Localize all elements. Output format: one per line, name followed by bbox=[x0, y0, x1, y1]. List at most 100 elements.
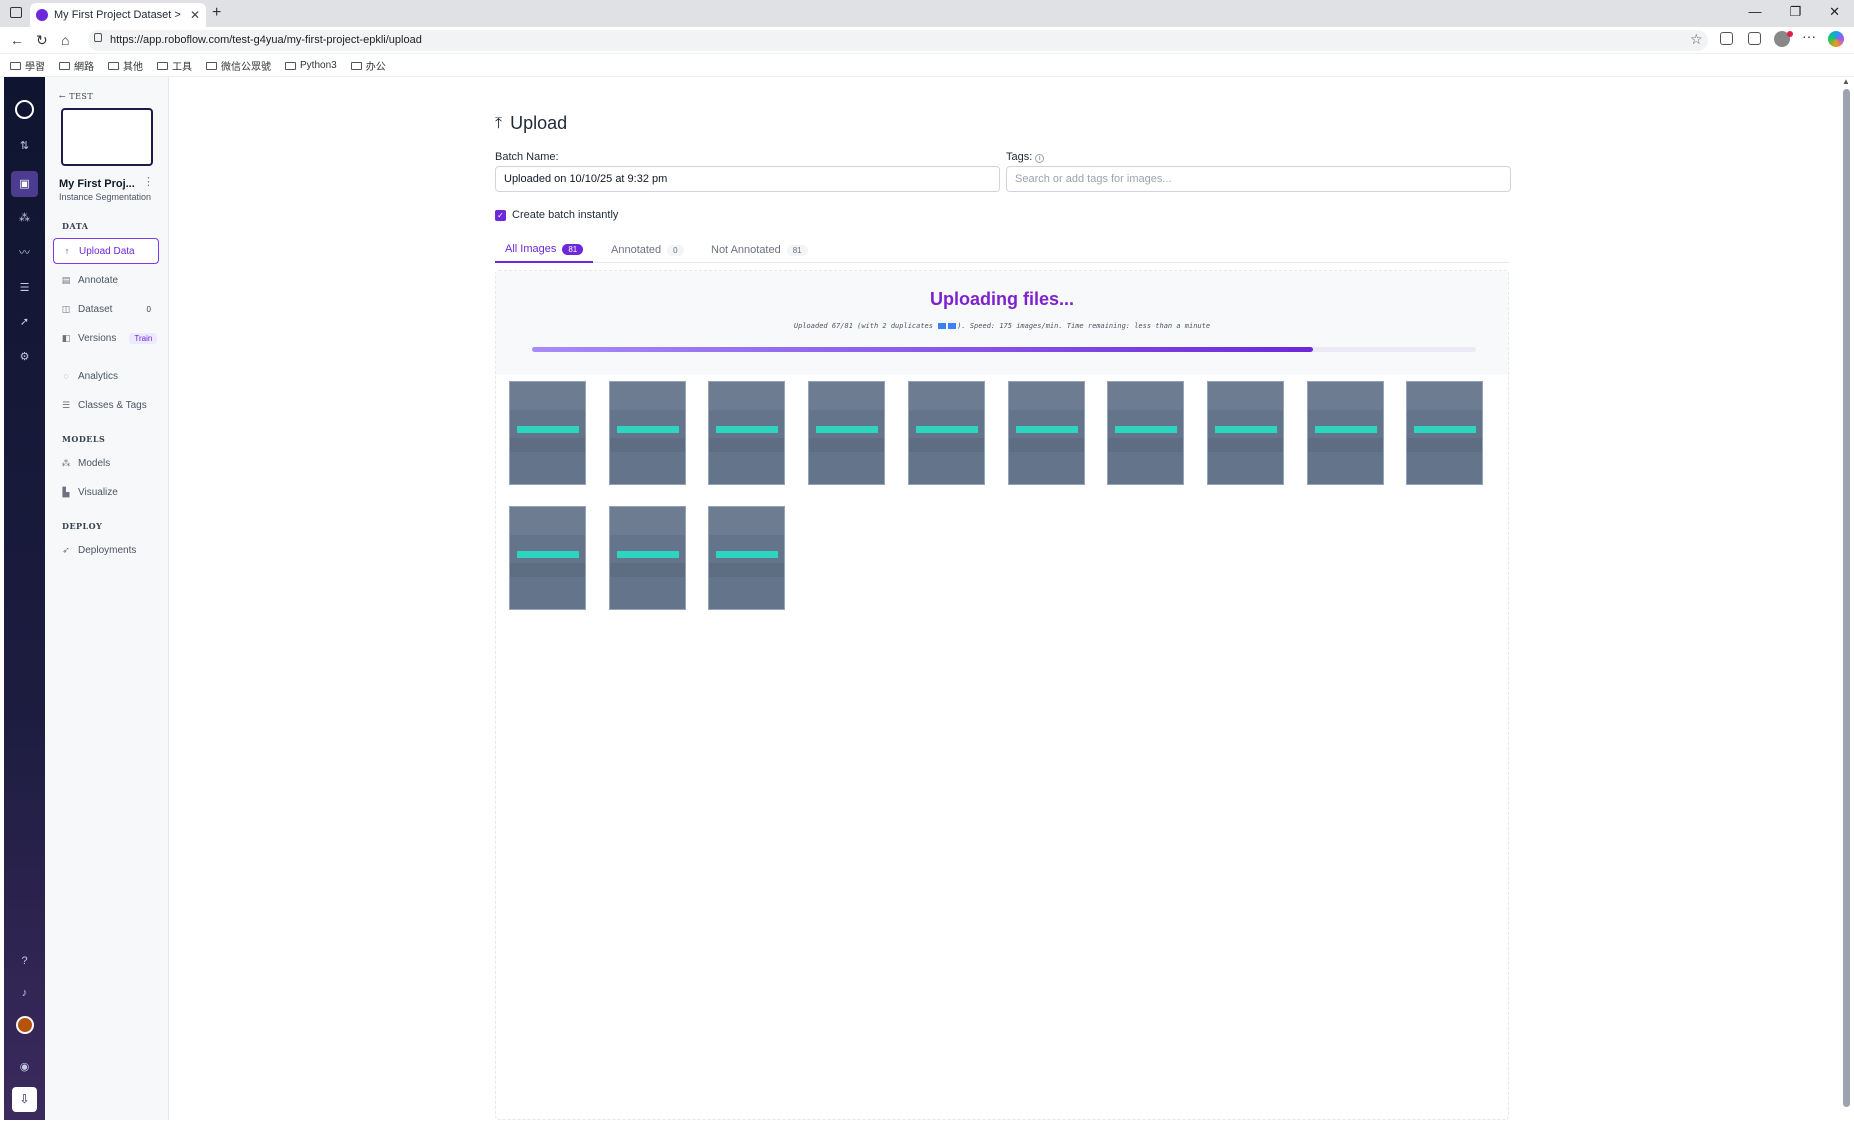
tab-all-images[interactable]: All Images 81 bbox=[495, 237, 594, 263]
bookmark-folder[interactable]: 其他 bbox=[108, 58, 143, 73]
tags-input[interactable] bbox=[1006, 166, 1511, 192]
browser-tab-bar: My First Project Dataset > Upload ✕ + — … bbox=[0, 0, 1854, 27]
sidebar-item-deployments[interactable]: ➶ Deployments bbox=[53, 537, 159, 563]
upload-panel[interactable]: Uploading files... Uploaded 67/81 (with … bbox=[495, 270, 1509, 1120]
deploy-rail-icon[interactable]: ➚ bbox=[16, 314, 33, 331]
url-text: https://app.roboflow.com/test-g4yua/my-f… bbox=[110, 34, 422, 46]
browser-tab[interactable]: My First Project Dataset > Upload ✕ bbox=[30, 3, 206, 27]
more-menu-icon[interactable]: ··· bbox=[1802, 28, 1816, 44]
bookmark-folder[interactable]: Python3 bbox=[285, 60, 337, 71]
image-thumbnail[interactable] bbox=[608, 381, 686, 485]
thumbnail-shade bbox=[1008, 438, 1084, 452]
project-type: Instance Segmentation bbox=[59, 192, 152, 202]
annotation-band bbox=[616, 550, 679, 558]
notification-dot-icon bbox=[1787, 31, 1793, 37]
image-thumbnail[interactable] bbox=[1206, 381, 1284, 485]
restore-icon[interactable]: ❐ bbox=[1789, 4, 1801, 20]
list-icon: ☰ bbox=[61, 399, 71, 410]
image-thumbnail[interactable] bbox=[1107, 381, 1185, 485]
info-icon[interactable]: i bbox=[1035, 154, 1045, 163]
close-window-icon[interactable]: ✕ bbox=[1829, 4, 1840, 20]
bookmark-folder[interactable]: 網路 bbox=[59, 58, 94, 73]
bookmark-folder[interactable]: 工具 bbox=[157, 58, 192, 73]
count-badge: 81 bbox=[562, 243, 584, 255]
avatar[interactable] bbox=[16, 1016, 34, 1034]
sidebar-item-models[interactable]: ⁂ Models bbox=[53, 450, 159, 476]
copilot-icon[interactable] bbox=[1828, 31, 1844, 47]
image-thumbnail[interactable] bbox=[708, 381, 786, 485]
create-batch-checkbox-row[interactable]: ✓ Create batch instantly bbox=[495, 209, 618, 221]
bell-icon[interactable]: ♪ bbox=[16, 985, 33, 1002]
bookmark-folder[interactable]: 办公 bbox=[350, 58, 386, 73]
dataset-icon: ◫ bbox=[61, 303, 71, 314]
project-thumbnail[interactable] bbox=[61, 108, 153, 166]
section-heading-data: DATA bbox=[62, 221, 89, 231]
thumbnail-shade bbox=[1307, 438, 1383, 452]
sidebar-item-visualize[interactable]: ▙ Visualize bbox=[53, 479, 159, 505]
project-name: My First Proj... bbox=[59, 178, 135, 190]
image-thumbnail[interactable] bbox=[509, 505, 586, 610]
batch-name-input[interactable] bbox=[495, 166, 1000, 192]
back-to-workspace-link[interactable]: ← TEST bbox=[59, 92, 93, 101]
chart-icon: ▙ bbox=[62, 486, 70, 497]
scroll-up-arrow-icon[interactable]: ▲ bbox=[1842, 77, 1850, 86]
favorite-star-icon[interactable]: ☆ bbox=[1690, 31, 1703, 48]
image-thumbnail[interactable] bbox=[1306, 381, 1384, 485]
duplicate-image-icon[interactable] bbox=[948, 323, 957, 329]
image-thumbnail[interactable] bbox=[808, 381, 886, 485]
tab-annotated[interactable]: Annotated 0 bbox=[611, 237, 684, 263]
address-bar-row: ← ↻ ⌂ https://app.roboflow.com/test-g4yu… bbox=[0, 27, 1854, 54]
image-thumbnail[interactable] bbox=[1406, 381, 1484, 485]
tab-not-annotated[interactable]: Not Annotated 81 bbox=[711, 237, 808, 263]
workspace-switch-icon[interactable]: ⇅ bbox=[16, 138, 33, 155]
sidebar-item-analytics[interactable]: ◌ Analytics bbox=[53, 363, 159, 389]
roboflow-logo-icon[interactable] bbox=[15, 100, 34, 119]
uploading-heading: Uploading files... bbox=[929, 289, 1074, 309]
thumbnail-shade bbox=[908, 438, 984, 452]
back-icon[interactable]: ← bbox=[10, 32, 24, 48]
upload-progress-area: Uploading files... Uploaded 67/81 (with … bbox=[496, 271, 1508, 375]
checkbox-checked-icon[interactable]: ✓ bbox=[495, 209, 506, 221]
image-thumbnail[interactable] bbox=[608, 505, 686, 610]
quick-upload-icon[interactable]: ⇩ bbox=[12, 1087, 37, 1112]
section-heading-deploy: DEPLOY bbox=[62, 521, 103, 531]
sidebar-item-annotate[interactable]: ▤ Annotate bbox=[53, 267, 159, 293]
bookmark-folder[interactable]: 微信公眾號 bbox=[206, 58, 271, 73]
folder-icon bbox=[285, 61, 296, 70]
reload-icon[interactable]: ↻ bbox=[36, 32, 48, 49]
sidebar-item-upload-data[interactable]: ↑ Upload Data bbox=[53, 238, 159, 264]
data-rail-icon[interactable]: ☰ bbox=[16, 280, 33, 297]
thumbnail-shade bbox=[609, 438, 685, 452]
sidebar-toggle-icon[interactable] bbox=[10, 7, 22, 18]
billing-icon[interactable]: ◉ bbox=[16, 1059, 33, 1076]
analytics-rail-icon[interactable]: 〰 bbox=[16, 245, 33, 262]
sidebar-item-classes-tags[interactable]: ☰ Classes & Tags bbox=[53, 392, 159, 418]
image-thumbnail[interactable] bbox=[509, 381, 586, 485]
extensions-icon[interactable] bbox=[1720, 32, 1733, 45]
universe-icon[interactable]: ⁂ bbox=[16, 210, 33, 227]
help-icon[interactable]: ? bbox=[16, 953, 33, 970]
close-icon[interactable]: ✕ bbox=[190, 8, 200, 22]
image-thumbnail[interactable] bbox=[708, 505, 786, 610]
sidebar-item-dataset[interactable]: ◫ Dataset 0 bbox=[53, 296, 159, 322]
folder-icon bbox=[10, 61, 21, 70]
settings-icon[interactable]: ⚙ bbox=[16, 349, 33, 366]
projects-icon[interactable]: ▣ bbox=[16, 176, 33, 193]
image-thumbnail[interactable] bbox=[1007, 381, 1085, 485]
annotation-band bbox=[1015, 426, 1078, 433]
favorites-icon[interactable] bbox=[1748, 32, 1761, 45]
minimize-icon[interactable]: — bbox=[1748, 4, 1761, 20]
url-field[interactable]: https://app.roboflow.com/test-g4yua/my-f… bbox=[88, 30, 1708, 51]
bookmark-folder[interactable]: 學習 bbox=[10, 58, 45, 73]
roboflow-favicon-icon bbox=[36, 9, 48, 21]
duplicate-image-icon[interactable] bbox=[938, 323, 947, 329]
image-thumbnail[interactable] bbox=[907, 381, 985, 485]
page-scrollbar[interactable]: ▲ bbox=[1839, 77, 1854, 1120]
kebab-menu-icon[interactable]: ⋮ bbox=[143, 175, 154, 188]
sidebar-item-versions[interactable]: ◧ Versions Train bbox=[53, 325, 159, 351]
folder-icon bbox=[206, 61, 217, 70]
new-tab-icon[interactable]: + bbox=[212, 4, 221, 22]
home-icon[interactable]: ⌂ bbox=[61, 32, 69, 48]
folder-icon bbox=[59, 61, 70, 70]
scrollbar-thumb[interactable] bbox=[1843, 89, 1850, 1107]
